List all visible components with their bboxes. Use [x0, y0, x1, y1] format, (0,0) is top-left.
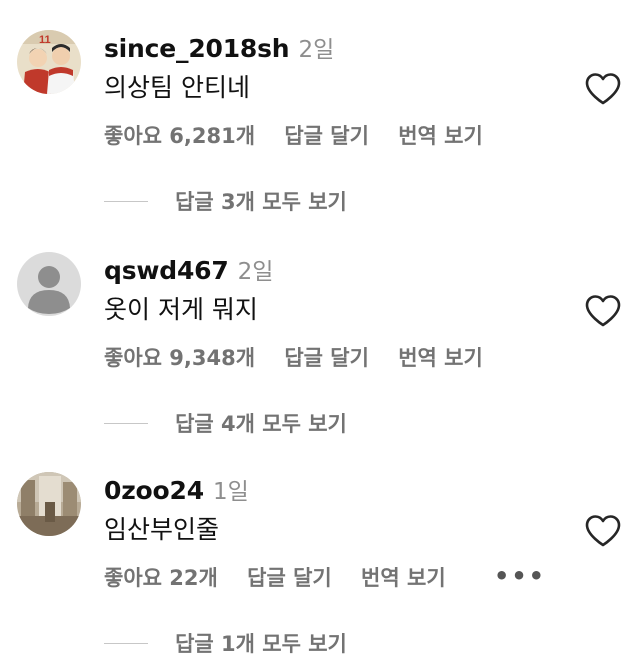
comment-actions: 좋아요 9,348개 답글 달기 번역 보기: [104, 342, 505, 372]
translate-button[interactable]: 번역 보기: [398, 124, 483, 148]
view-replies-button[interactable]: 답글 4개 모두 보기: [104, 408, 347, 438]
more-options-icon[interactable]: •••: [494, 562, 546, 590]
heart-icon: [585, 515, 621, 547]
comment-text: 옷이 저게 뭐지: [104, 295, 258, 324]
photo-avatar-icon: [17, 472, 81, 536]
heart-icon: [585, 73, 621, 105]
avatar[interactable]: [17, 472, 81, 536]
like-button[interactable]: [584, 514, 622, 548]
avatar[interactable]: [17, 252, 81, 316]
comment-header: since_2018sh 2일: [104, 30, 335, 63]
comment-actions: 좋아요 22개 답글 달기 번역 보기: [104, 562, 468, 592]
comment-header: qswd467 2일: [104, 252, 274, 285]
likes-count-button[interactable]: 좋아요 22개: [104, 566, 218, 590]
divider: [104, 422, 148, 424]
view-replies-label: 답글 3개 모두 보기: [175, 190, 347, 214]
reply-button[interactable]: 답글 달기: [284, 124, 369, 148]
translate-button[interactable]: 번역 보기: [398, 346, 483, 370]
divider: [104, 642, 148, 644]
comment-item: 0zoo24 1일 임산부인줄 좋아요 22개 답글 달기 번역 보기 ••• …: [0, 442, 640, 662]
username-link[interactable]: 0zoo24: [104, 476, 204, 505]
comment-actions: 좋아요 6,281개 답글 달기 번역 보기: [104, 120, 505, 150]
timestamp: 1일: [212, 479, 249, 505]
view-replies-label: 답글 4개 모두 보기: [175, 412, 347, 436]
comment-text: 의상팀 안티네: [104, 73, 250, 102]
heart-icon: [585, 295, 621, 327]
reply-button[interactable]: 답글 달기: [284, 346, 369, 370]
avatar[interactable]: 11: [17, 30, 81, 94]
view-replies-button[interactable]: 답글 1개 모두 보기: [104, 628, 347, 658]
default-user-avatar-icon: [17, 252, 81, 316]
comment-item: qswd467 2일 옷이 저게 뭐지 좋아요 9,348개 답글 달기 번역 …: [0, 222, 640, 442]
comment-item: 11 since_2018sh 2일 의상팀 안티네 좋아요 6,281개 답글…: [0, 0, 640, 220]
divider: [104, 200, 148, 202]
view-replies-label: 답글 1개 모두 보기: [175, 632, 347, 656]
username-link[interactable]: since_2018sh: [104, 34, 290, 63]
comment-header: 0zoo24 1일: [104, 472, 249, 505]
likes-count-button[interactable]: 좋아요 9,348개: [104, 346, 255, 370]
likes-count-button[interactable]: 좋아요 6,281개: [104, 124, 255, 148]
translate-button[interactable]: 번역 보기: [361, 566, 446, 590]
like-button[interactable]: [584, 294, 622, 328]
timestamp: 2일: [237, 259, 274, 285]
reply-button[interactable]: 답글 달기: [247, 566, 332, 590]
comic-character-avatar-icon: 11: [17, 30, 81, 94]
username-link[interactable]: qswd467: [104, 256, 229, 285]
timestamp: 2일: [298, 37, 335, 63]
svg-text:11: 11: [39, 34, 51, 46]
comment-text: 임산부인줄: [104, 515, 220, 544]
view-replies-button[interactable]: 답글 3개 모두 보기: [104, 186, 347, 216]
like-button[interactable]: [584, 72, 622, 106]
